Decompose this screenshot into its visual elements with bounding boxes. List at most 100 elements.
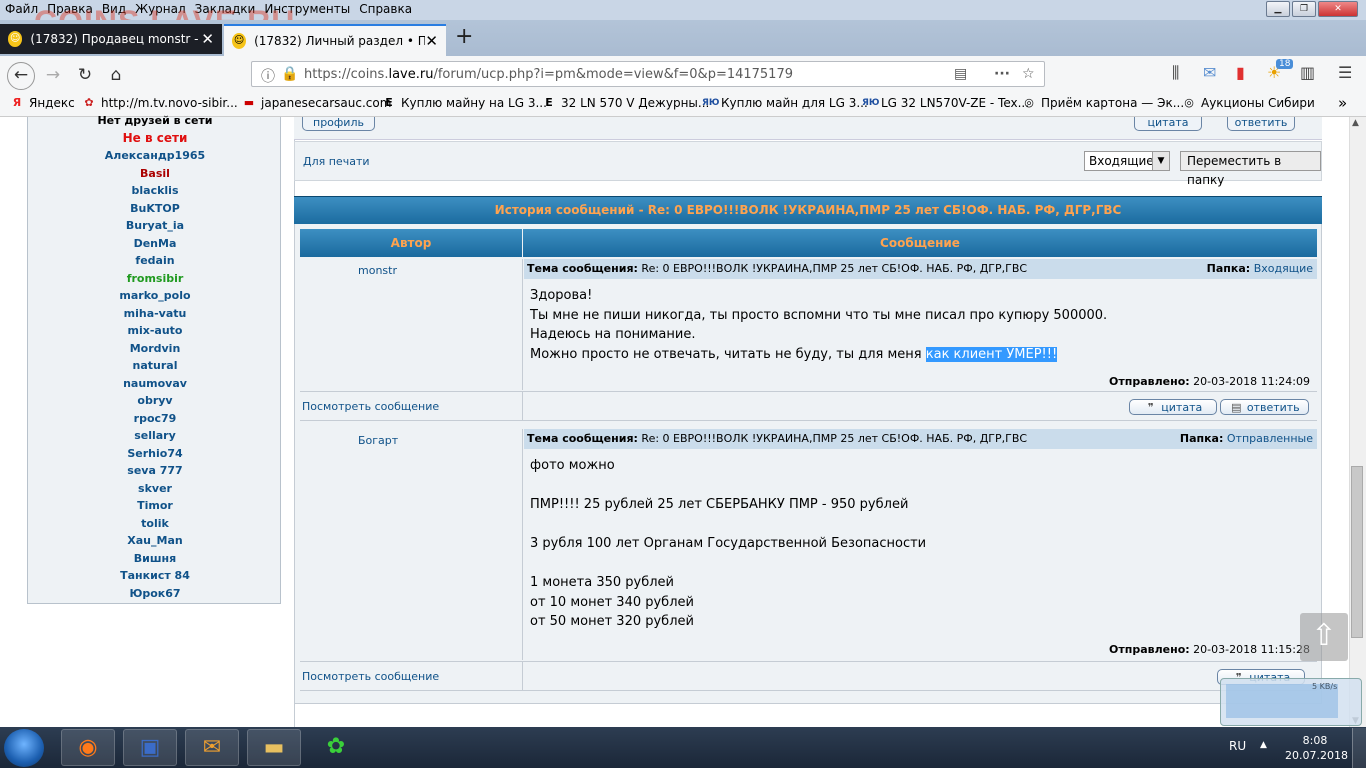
message-footer: Посмотреть сообщение ❞ цитата	[300, 661, 1317, 691]
friend-link[interactable]: sellary	[28, 429, 282, 442]
globe-icon: ◎	[1024, 96, 1034, 109]
reply-page-icon: ▤	[1231, 401, 1242, 414]
close-tab-icon[interactable]: ✕	[425, 32, 438, 50]
bookmark-star-icon[interactable]: ☆	[1022, 66, 1035, 82]
friend-link[interactable]: tolik	[28, 517, 282, 530]
bookmark-tv-novosibirsk[interactable]: ✿ http://m.tv.novo-sibir...	[82, 96, 237, 110]
friend-link[interactable]: Timor	[28, 499, 282, 512]
icq-flower-icon[interactable]: ✿	[309, 729, 363, 766]
yandex-icon: Я	[12, 96, 22, 109]
friend-link[interactable]: Юрок67	[28, 587, 282, 600]
folder-link[interactable]: Входящие	[1254, 262, 1313, 275]
reply-button[interactable]: ответить	[1227, 117, 1295, 131]
network-speed: 5 KB/s	[1312, 682, 1338, 691]
close-window-button[interactable]: ✕	[1318, 1, 1358, 17]
friend-link[interactable]: miha-vatu	[28, 307, 282, 320]
floppy-disk-icon[interactable]: ▣	[123, 729, 177, 766]
friend-link[interactable]: blacklis	[28, 184, 282, 197]
friend-link[interactable]: naumovav	[28, 377, 282, 390]
previous-post-buttons: профиль цитата ответить	[294, 117, 1322, 140]
reload-icon[interactable]: ↻	[73, 64, 97, 86]
friend-link[interactable]: BuKTOP	[28, 202, 282, 215]
bookmark-auctions-siberia[interactable]: ◎ Аукционы Сибири	[1182, 96, 1315, 110]
bookmark-lg-buy-1[interactable]: E Куплю майну на LG 3...	[382, 96, 547, 110]
scroll-to-top-button[interactable]: ⇧	[1300, 613, 1348, 661]
minimize-button[interactable]: ▁	[1266, 1, 1290, 17]
message-line: ПМР!!!! 25 рублей 25 лет СБЕРБАНКУ ПМР -…	[530, 497, 909, 512]
view-message-link[interactable]: Посмотреть сообщение	[302, 670, 439, 683]
profile-button[interactable]: профиль	[302, 117, 375, 131]
bookmark-lg-buy-2[interactable]: ЯЮ Куплю майн для LG 3...	[702, 96, 868, 110]
friend-link[interactable]: Xau_Man	[28, 534, 282, 547]
forward-arrow-icon[interactable]: →	[41, 64, 65, 86]
tab-seller[interactable]: ☺ (17832) Продавец monstr - Ми ✕	[0, 24, 222, 54]
friend-link[interactable]: Serhio74	[28, 447, 282, 460]
friend-link[interactable]: Александр1965	[28, 149, 282, 162]
message-footer: Посмотреть сообщение ❞ цитата ▤ ответить	[300, 391, 1317, 421]
bookmark-lg-32ln570[interactable]: E 32 LN 570 V Дежурны...	[542, 96, 709, 110]
folder-explorer-icon[interactable]: ▬	[247, 729, 301, 766]
bookmark-yandex[interactable]: Я Яндекс	[10, 96, 75, 110]
close-tab-icon[interactable]: ✕	[201, 30, 214, 48]
tray-arrow-icon[interactable]: ▲	[1260, 740, 1267, 750]
friend-link[interactable]: Basil	[28, 167, 282, 180]
info-icon[interactable]: ⓘ	[261, 66, 275, 86]
bookmarks-overflow-icon[interactable]: »	[1338, 94, 1347, 112]
view-message-link[interactable]: Посмотреть сообщение	[302, 400, 439, 413]
message-line: фото можно	[530, 458, 615, 473]
bookmark-flag-icon[interactable]: ▮	[1236, 63, 1245, 82]
friend-link[interactable]: seva 777	[28, 464, 282, 477]
friend-link[interactable]: obryv	[28, 394, 282, 407]
windows-start-icon[interactable]	[4, 729, 44, 767]
subject-bar: Тема сообщения: Re: 0 ЕВРО!!!ВОЛК !УКРАИ…	[524, 429, 1317, 449]
outlook-icon[interactable]: ✉	[185, 729, 239, 766]
friends-panel: Нет друзей в сети Не в сети Александр196…	[27, 114, 282, 604]
home-icon[interactable]: ⌂	[104, 64, 128, 86]
friend-link[interactable]: marko_polo	[28, 289, 282, 302]
sidebar-icon[interactable]: ▥	[1300, 63, 1315, 82]
firefox-icon[interactable]: ◉	[61, 729, 115, 766]
folder-link[interactable]: Отправленные	[1227, 432, 1313, 445]
chevron-down-icon[interactable]: ▼	[1152, 152, 1169, 170]
friend-link[interactable]: rpoc79	[28, 412, 282, 425]
tab-personal-section[interactable]: ☺ (17832) Личный раздел • Проc ✕	[224, 24, 446, 56]
friend-link[interactable]: skver	[28, 482, 282, 495]
quote-button[interactable]: ❞ цитата	[1129, 399, 1217, 415]
friend-link[interactable]: fromsibir	[28, 272, 282, 285]
friend-link[interactable]: Танкист 84	[28, 569, 282, 582]
bookmark-lg-tech[interactable]: ЯЮ LG 32 LN570V-ZE - Tex...	[862, 96, 1029, 110]
friend-link[interactable]: Mordvin	[28, 342, 282, 355]
quote-button[interactable]: цитата	[1134, 117, 1202, 131]
bookmark-cardboard[interactable]: ◎ Приём картона — Эк...	[1022, 96, 1184, 110]
hamburger-menu-icon[interactable]: ☰	[1338, 63, 1352, 82]
move-to-folder-button[interactable]: Переместить в папку	[1180, 151, 1321, 187]
scroll-up-icon[interactable]: ▲	[1352, 118, 1359, 128]
scrollbar-thumb[interactable]	[1351, 466, 1363, 638]
address-bar[interactable]: ⓘ 🔒 https://coins.lave.ru/forum/ucp.php?…	[251, 61, 1045, 87]
friend-link[interactable]: natural	[28, 359, 282, 372]
language-indicator[interactable]: RU	[1229, 739, 1246, 753]
system-clock[interactable]: 8:08 20.07.2018	[1285, 733, 1348, 763]
friend-link[interactable]: mix-auto	[28, 324, 282, 337]
friend-link[interactable]: Buryat_ia	[28, 219, 282, 232]
new-tab-icon[interactable]: +	[455, 24, 473, 49]
author-name[interactable]: monstr	[358, 264, 397, 277]
bookmark-japanesecarsauc[interactable]: ▬ japanesecarsauc.com	[242, 96, 392, 110]
back-arrow-icon[interactable]: ←	[7, 62, 35, 90]
aud-icon: ЯЮ	[862, 98, 880, 108]
reply-button[interactable]: ▤ ответить	[1220, 399, 1309, 415]
url-text[interactable]: https://coins.lave.ru/forum/ucp.php?i=pm…	[304, 67, 793, 82]
maximize-button[interactable]: ❐	[1292, 1, 1316, 17]
print-link[interactable]: Для печати	[303, 155, 370, 168]
friend-link[interactable]: fedain	[28, 254, 282, 267]
library-icon[interactable]: ⫼	[1172, 63, 1179, 83]
show-desktop-button[interactable]	[1352, 728, 1366, 768]
menu-help[interactable]: Справка	[354, 0, 416, 16]
page-actions-icon[interactable]: ···	[994, 66, 1010, 82]
mail-icon[interactable]: ✉	[1203, 63, 1216, 82]
friend-link[interactable]: Вишня	[28, 552, 282, 565]
friend-link[interactable]: DenMa	[28, 237, 282, 250]
lock-icon[interactable]: 🔒	[281, 66, 298, 82]
reader-view-icon[interactable]: ▤	[954, 66, 967, 82]
author-name[interactable]: Богарт	[358, 434, 398, 447]
